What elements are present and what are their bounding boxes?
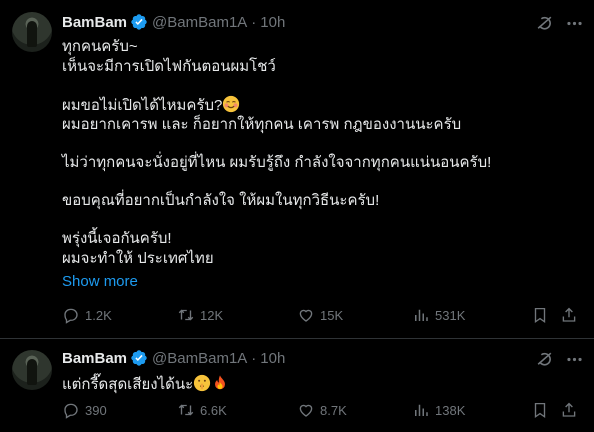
more-options-icon[interactable]: [563, 348, 585, 370]
share-icon: [562, 307, 576, 322]
text-line: ผมขอไม่เปิดได้ไหมครับ?: [62, 95, 491, 115]
like-icon: [299, 404, 313, 417]
views-button[interactable]: 138K: [412, 401, 465, 419]
views-icon: [415, 309, 428, 321]
author-name[interactable]: BamBam: [62, 14, 127, 31]
tweet-text: แต่กรี๊ดสุดเสียงได้นะ: [62, 374, 229, 394]
text-line: แต่กรี๊ดสุดเสียงได้นะ: [62, 374, 229, 394]
bookmark-button[interactable]: [531, 401, 554, 419]
author-handle[interactable]: @BamBam1A: [152, 14, 247, 31]
timestamp[interactable]: 10h: [260, 14, 285, 31]
timeline: BamBam @BamBam1A · 10h ทุกคนครับ~ เห็นจะ…: [0, 0, 594, 432]
reply-icon: [64, 308, 78, 324]
share-icon: [562, 402, 576, 417]
fire-emoji: [211, 374, 229, 398]
verified-badge-icon: [130, 349, 148, 367]
text-line: พรุ่งนี้เจอกันครับ!: [62, 230, 172, 247]
repost-button[interactable]: 6.6K: [177, 401, 227, 419]
views-button[interactable]: 531K: [412, 306, 465, 324]
share-button[interactable]: [560, 306, 583, 324]
tweet-header: BamBam @BamBam1A · 10h: [62, 12, 285, 32]
repost-count: 12K: [200, 307, 224, 323]
reply-count: 1.2K: [85, 307, 112, 323]
repost-icon: [178, 309, 194, 321]
like-count: 15K: [320, 307, 344, 323]
bookmark-icon: [534, 307, 546, 324]
text-line: ผมจะทำให้ ประเทศไทย: [62, 250, 214, 267]
separator-dot: ·: [251, 349, 257, 367]
repost-icon: [178, 404, 194, 416]
reply-button[interactable]: 1.2K: [62, 306, 112, 324]
tweet[interactable]: BamBam @BamBam1A · 10h แต่กรี๊ดสุดเสียงไ…: [0, 339, 594, 432]
shushing-face-emoji: [193, 374, 211, 398]
tweet-actions: 390 6.6K 8.7K 138K: [62, 401, 582, 421]
grok-icon[interactable]: [533, 12, 555, 34]
text-line: ขอบคุณที่อยากเป็นกำลังใจ ให้ผมในทุกวิธีน…: [62, 192, 380, 209]
separator-dot: ·: [251, 13, 257, 31]
reply-count: 390: [85, 402, 107, 418]
show-more-link[interactable]: Show more: [62, 272, 491, 292]
avatar[interactable]: [12, 12, 52, 52]
tweet-header: BamBam @BamBam1A · 10h: [62, 348, 285, 368]
views-count: 138K: [435, 402, 466, 418]
views-icon: [415, 404, 428, 416]
author-name[interactable]: BamBam: [62, 350, 127, 367]
text-line: ไม่ว่าทุกคนจะนั่งอยู่ที่ไหน ผมรับรู้ถึง …: [62, 154, 492, 171]
text-line: ทุกคนครับ~: [62, 38, 138, 55]
verified-badge-icon: [130, 13, 148, 31]
tweet[interactable]: BamBam @BamBam1A · 10h ทุกคนครับ~ เห็นจะ…: [0, 0, 594, 339]
reply-icon: [64, 403, 78, 419]
views-count: 531K: [435, 307, 466, 323]
bookmark-button[interactable]: [531, 306, 554, 324]
repost-count: 6.6K: [200, 402, 227, 418]
like-icon: [299, 309, 313, 322]
like-button[interactable]: 15K: [297, 306, 343, 324]
like-button[interactable]: 8.7K: [297, 401, 347, 419]
like-count: 8.7K: [320, 402, 347, 418]
more-options-icon[interactable]: [563, 12, 585, 34]
author-handle[interactable]: @BamBam1A: [152, 350, 247, 367]
grok-icon[interactable]: [533, 348, 555, 370]
repost-button[interactable]: 12K: [177, 306, 223, 324]
avatar[interactable]: [12, 350, 52, 390]
tweet-actions: 1.2K 12K 15K 531K: [62, 306, 582, 326]
share-button[interactable]: [560, 401, 583, 419]
text-line: เห็นจะมีการเปิดไฟกันตอนผมโชว์: [62, 58, 276, 75]
text-line: ผมอยากเคารพ และ ก็อยากให้ทุกคน เคารพ กฎข…: [62, 116, 462, 133]
bookmark-icon: [534, 402, 546, 419]
tweet-text: ทุกคนครับ~ เห็นจะมีการเปิดไฟกันตอนผมโชว์…: [62, 37, 491, 292]
reply-button[interactable]: 390: [62, 401, 107, 419]
timestamp[interactable]: 10h: [260, 350, 285, 367]
